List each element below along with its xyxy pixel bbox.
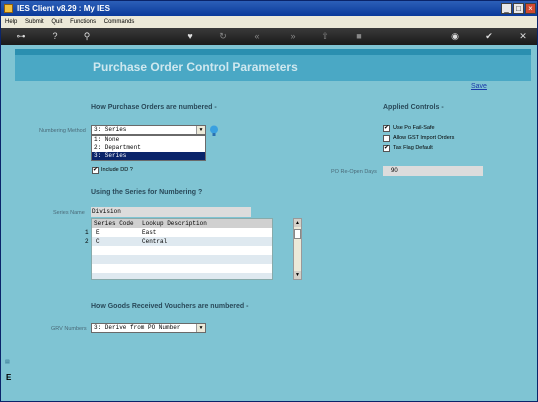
search-icon[interactable]: ⚲ (81, 31, 93, 42)
grv-section-title: How Goods Received Vouchers are numbered… (91, 303, 249, 310)
confirm-icon[interactable]: ✔ (483, 31, 495, 42)
menu-submit[interactable]: Submit (25, 19, 44, 25)
menu-quit[interactable]: Quit (51, 19, 62, 25)
numbering-method-label: Numbering Method (39, 128, 86, 134)
cancel-icon[interactable]: ✕ (517, 31, 529, 42)
table-row[interactable]: 1 E East (85, 228, 272, 237)
series-code-cell[interactable]: E (96, 228, 100, 237)
export-icon[interactable]: ⇧ (319, 31, 331, 42)
option-series[interactable]: 3: Series (92, 152, 205, 160)
close-window-button[interactable]: × (525, 3, 536, 14)
chevron-down-icon[interactable]: ▼ (196, 324, 205, 332)
chevron-down-icon[interactable]: ▼ (196, 126, 205, 134)
use-po-failsafe-label: Use Po Fail-Safe (393, 125, 435, 131)
allow-gst-import-checkbox[interactable] (383, 135, 390, 142)
menu-help[interactable]: Help (5, 19, 17, 25)
tax-flag-default-label: Tax Flag Default (393, 145, 433, 151)
numbering-section-title: How Purchase Orders are numbered - (91, 104, 217, 111)
numbering-method-select[interactable]: 3: Series ▼ (91, 125, 206, 135)
page-header: Purchase Order Control Parameters (15, 55, 531, 81)
description-cell[interactable]: East (142, 228, 156, 237)
app-window: IES Client v8.29 : My IES _ □ × Help Sub… (0, 0, 538, 402)
grid-scrollbar[interactable]: ▲ ▼ (293, 218, 302, 280)
side-tab-letter-icon[interactable]: E (6, 373, 11, 382)
column-lookup-description: Lookup Description (142, 220, 207, 227)
grid-header: Series Code Lookup Description (92, 219, 272, 228)
menu-functions[interactable]: Functions (70, 19, 96, 25)
scroll-down-icon[interactable]: ▼ (294, 271, 301, 279)
heart-icon[interactable]: ♥ (184, 31, 196, 42)
numbering-method-value: 3: Series (94, 126, 127, 133)
row-number: 1 (85, 229, 89, 236)
table-row[interactable]: 2 C Central (85, 237, 272, 246)
minimize-button[interactable]: _ (501, 3, 512, 14)
option-none[interactable]: 1: None (92, 136, 205, 144)
grv-numbers-label: GRV Numbers (51, 326, 87, 332)
scroll-thumb[interactable] (294, 229, 301, 239)
window-title: IES Client v8.29 : My IES (17, 4, 110, 13)
series-name-field[interactable]: Division (91, 207, 251, 217)
help-icon[interactable]: ? (49, 31, 61, 42)
menu-commands[interactable]: Commands (104, 19, 135, 25)
page-title: Purchase Order Control Parameters (93, 60, 298, 74)
maximize-button[interactable]: □ (513, 3, 524, 14)
rewind-icon[interactable]: « (251, 31, 263, 42)
grv-numbers-value: 3: Derive from PO Number (94, 324, 181, 331)
numbering-method-options: 1: None 2: Department 3: Series (91, 135, 206, 161)
side-tab[interactable]: ▤ E (5, 359, 15, 389)
side-tab-icon[interactable]: ▤ (5, 359, 10, 365)
row-number: 2 (85, 238, 89, 245)
option-department[interactable]: 2: Department (92, 144, 205, 152)
applied-controls-title: Applied Controls - (383, 104, 444, 111)
lightbulb-icon[interactable] (209, 125, 219, 137)
title-bar: IES Client v8.29 : My IES (1, 1, 537, 16)
po-reopen-days-field[interactable]: 90 (383, 166, 483, 176)
table-row[interactable] (92, 255, 272, 264)
key-icon[interactable]: ⊶ (11, 31, 31, 42)
tax-flag-default-checkbox[interactable]: ✔ (383, 145, 390, 152)
menu-bar: Help Submit Quit Functions Commands (1, 16, 537, 28)
include-dd-checkbox[interactable]: ✔ (92, 167, 99, 174)
series-code-cell[interactable]: C (96, 237, 100, 246)
table-row[interactable] (92, 246, 272, 255)
series-name-label: Series Name (53, 210, 85, 216)
toolbar: ⊶ ? ⚲ ♥ ↻ « » ⇧ ■ ◉ ✔ ✕ (1, 28, 537, 45)
column-series-code: Series Code (94, 220, 134, 227)
series-section-title: Using the Series for Numbering ? (91, 189, 203, 196)
po-reopen-days-label: PO Re-Open Days (331, 169, 377, 175)
include-dd-label: Include DD ? (101, 167, 133, 173)
forward-icon[interactable]: » (287, 31, 299, 42)
refresh-icon[interactable]: ↻ (217, 31, 229, 42)
scroll-up-icon[interactable]: ▲ (294, 219, 301, 227)
series-grid: Series Code Lookup Description 1 E East … (85, 218, 273, 280)
use-po-failsafe-checkbox[interactable]: ✔ (383, 125, 390, 132)
table-row[interactable] (92, 264, 272, 273)
grv-numbers-select[interactable]: 3: Derive from PO Number ▼ (91, 323, 206, 333)
allow-gst-import-label: Allow GST Import Orders (393, 135, 455, 141)
stop-icon[interactable]: ■ (353, 31, 365, 42)
globe-icon[interactable]: ◉ (449, 31, 461, 42)
save-link[interactable]: Save (471, 83, 487, 90)
app-icon (4, 4, 13, 13)
description-cell[interactable]: Central (142, 237, 167, 246)
